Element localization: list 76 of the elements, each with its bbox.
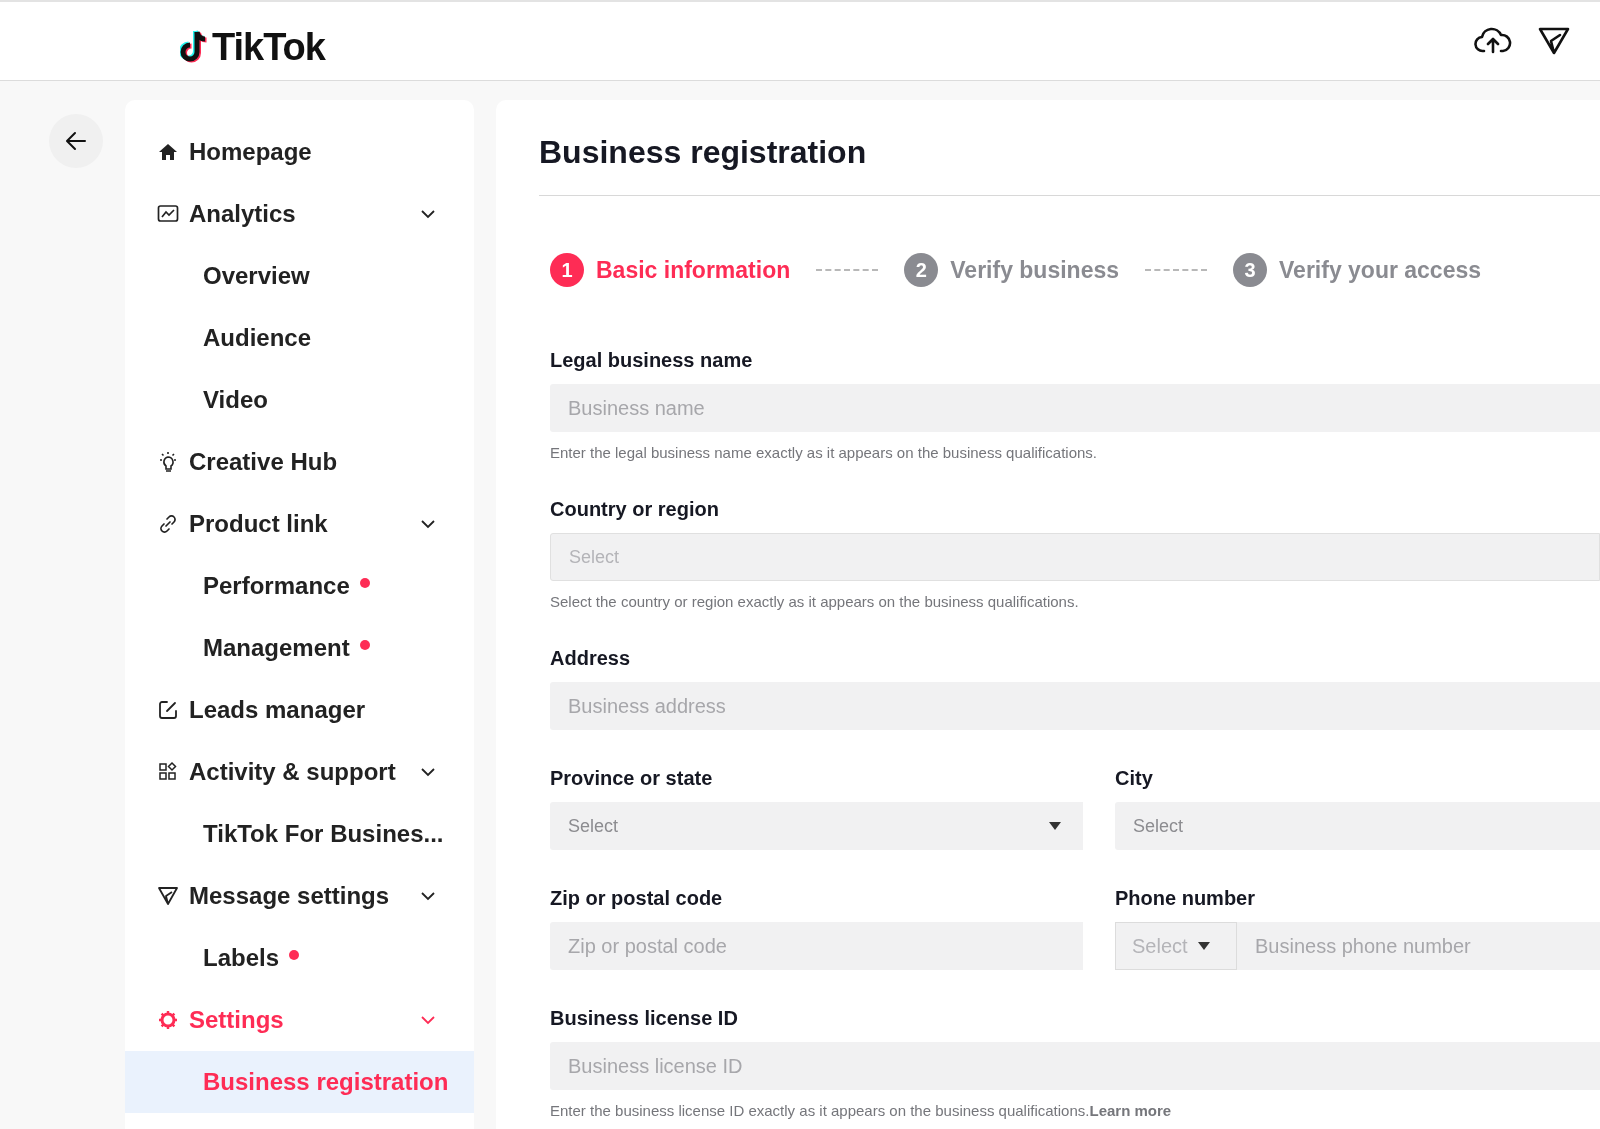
step-connector: [816, 269, 879, 271]
caret-icon: [1197, 942, 1210, 950]
input-field[interactable]: Business name: [550, 384, 1600, 432]
sidebar-item[interactable]: Homepage: [125, 121, 474, 183]
sidebar-item[interactable]: Activity & support: [125, 741, 474, 803]
step-number: 2: [904, 253, 939, 287]
sidebar-item[interactable]: Message settings: [125, 865, 474, 927]
chevron-icon[interactable]: [420, 209, 436, 219]
sidebar-subitem[interactable]: Overview: [125, 245, 474, 307]
caret-icon: [1049, 822, 1061, 830]
sidebar-item[interactable]: Product link: [125, 493, 474, 555]
item-label: Audience: [203, 324, 312, 352]
item-label: Business registration: [203, 1068, 449, 1096]
lightbulb-icon: [157, 451, 179, 473]
chevron-icon[interactable]: [420, 519, 436, 529]
item-label: Overview: [203, 262, 310, 290]
step-label: Basic information: [596, 256, 791, 284]
field-label: Country or region: [550, 498, 720, 521]
sidebar-item[interactable]: Creative Hub: [125, 431, 474, 493]
field-label: Legal business name: [550, 349, 754, 372]
send-icon: [157, 885, 179, 907]
sidebar-subitem[interactable]: Performance: [125, 555, 474, 617]
chart-icon: [157, 204, 179, 224]
item-label: Leads manager: [189, 696, 366, 724]
field-label: Business license ID: [550, 1007, 739, 1030]
cloud-upload-icon[interactable]: [1474, 26, 1512, 56]
item-label: Message settings: [189, 882, 390, 910]
hint-text: Enter the legal business name exactly as it appears on the business qualifications.: [550, 444, 1098, 461]
sidebar-subitem[interactable]: TikTok For Busines...: [125, 803, 474, 865]
item-label: Creative Hub: [189, 448, 338, 476]
item-label: Product link: [189, 510, 328, 538]
link-icon: [157, 513, 179, 535]
back-arrow-icon: [64, 129, 88, 153]
item-label: Performance: [203, 572, 350, 600]
sidebar-item[interactable]: Settings: [125, 989, 474, 1051]
item-label: TikTok For Busines...: [203, 820, 444, 848]
sidebar-subitem[interactable]: Audience: [125, 307, 474, 369]
input-field[interactable]: Zip or postal code: [550, 922, 1083, 970]
hint-text: Enter the business license ID exactly as it appears on the business qualifications.Learn more: [550, 1102, 1173, 1119]
item-label: Analytics: [189, 200, 296, 228]
item-label: Homepage: [189, 138, 312, 166]
step-number: 3: [1233, 253, 1267, 287]
page-title: Business registration: [539, 100, 1600, 196]
chevron-icon[interactable]: [420, 767, 436, 777]
item-label: Settings: [189, 1006, 284, 1034]
apps-icon: [157, 761, 179, 783]
step-connector: [1145, 269, 1207, 271]
sidebar-item[interactable]: Analytics: [125, 183, 474, 245]
chevron-icon[interactable]: [420, 891, 436, 901]
home-icon: [158, 142, 178, 162]
item-label: Management: [203, 634, 350, 662]
field-label: City: [1115, 767, 1154, 790]
music-note-icon: [180, 29, 210, 65]
item-label: Activity & support: [189, 758, 396, 786]
sidebar-subitem[interactable]: Video: [125, 369, 474, 431]
step-label: Verify business: [950, 256, 1119, 284]
field-label: Zip or postal code: [550, 887, 724, 910]
field-label: Phone number: [1115, 887, 1256, 910]
learn-more-link[interactable]: Learn more: [1089, 1102, 1172, 1119]
step-number: 1: [550, 253, 584, 287]
edit-icon: [157, 699, 179, 721]
tiktok-logo[interactable]: TikTok: [180, 25, 325, 69]
step-label: Verify your access: [1279, 256, 1482, 284]
field-label: Address: [550, 647, 632, 670]
hint-text: Select the country or region exactly as it appears on the business qualifications.: [550, 593, 1080, 610]
input-field[interactable]: Business license ID: [550, 1042, 1600, 1090]
field-label: Province or state: [550, 767, 714, 790]
phone-input-field[interactable]: Business phone number: [1237, 922, 1600, 970]
input-field[interactable]: Business address: [550, 682, 1600, 730]
settings-icon: [157, 1009, 179, 1031]
sidebar-item[interactable]: Leads manager: [125, 679, 474, 741]
item-label: Labels: [203, 944, 280, 972]
item-label: Video: [203, 386, 268, 414]
sidebar-subitem[interactable]: Labels: [125, 927, 474, 989]
send-icon[interactable]: [1538, 26, 1570, 56]
sidebar-subitem[interactable]: Management: [125, 617, 474, 679]
